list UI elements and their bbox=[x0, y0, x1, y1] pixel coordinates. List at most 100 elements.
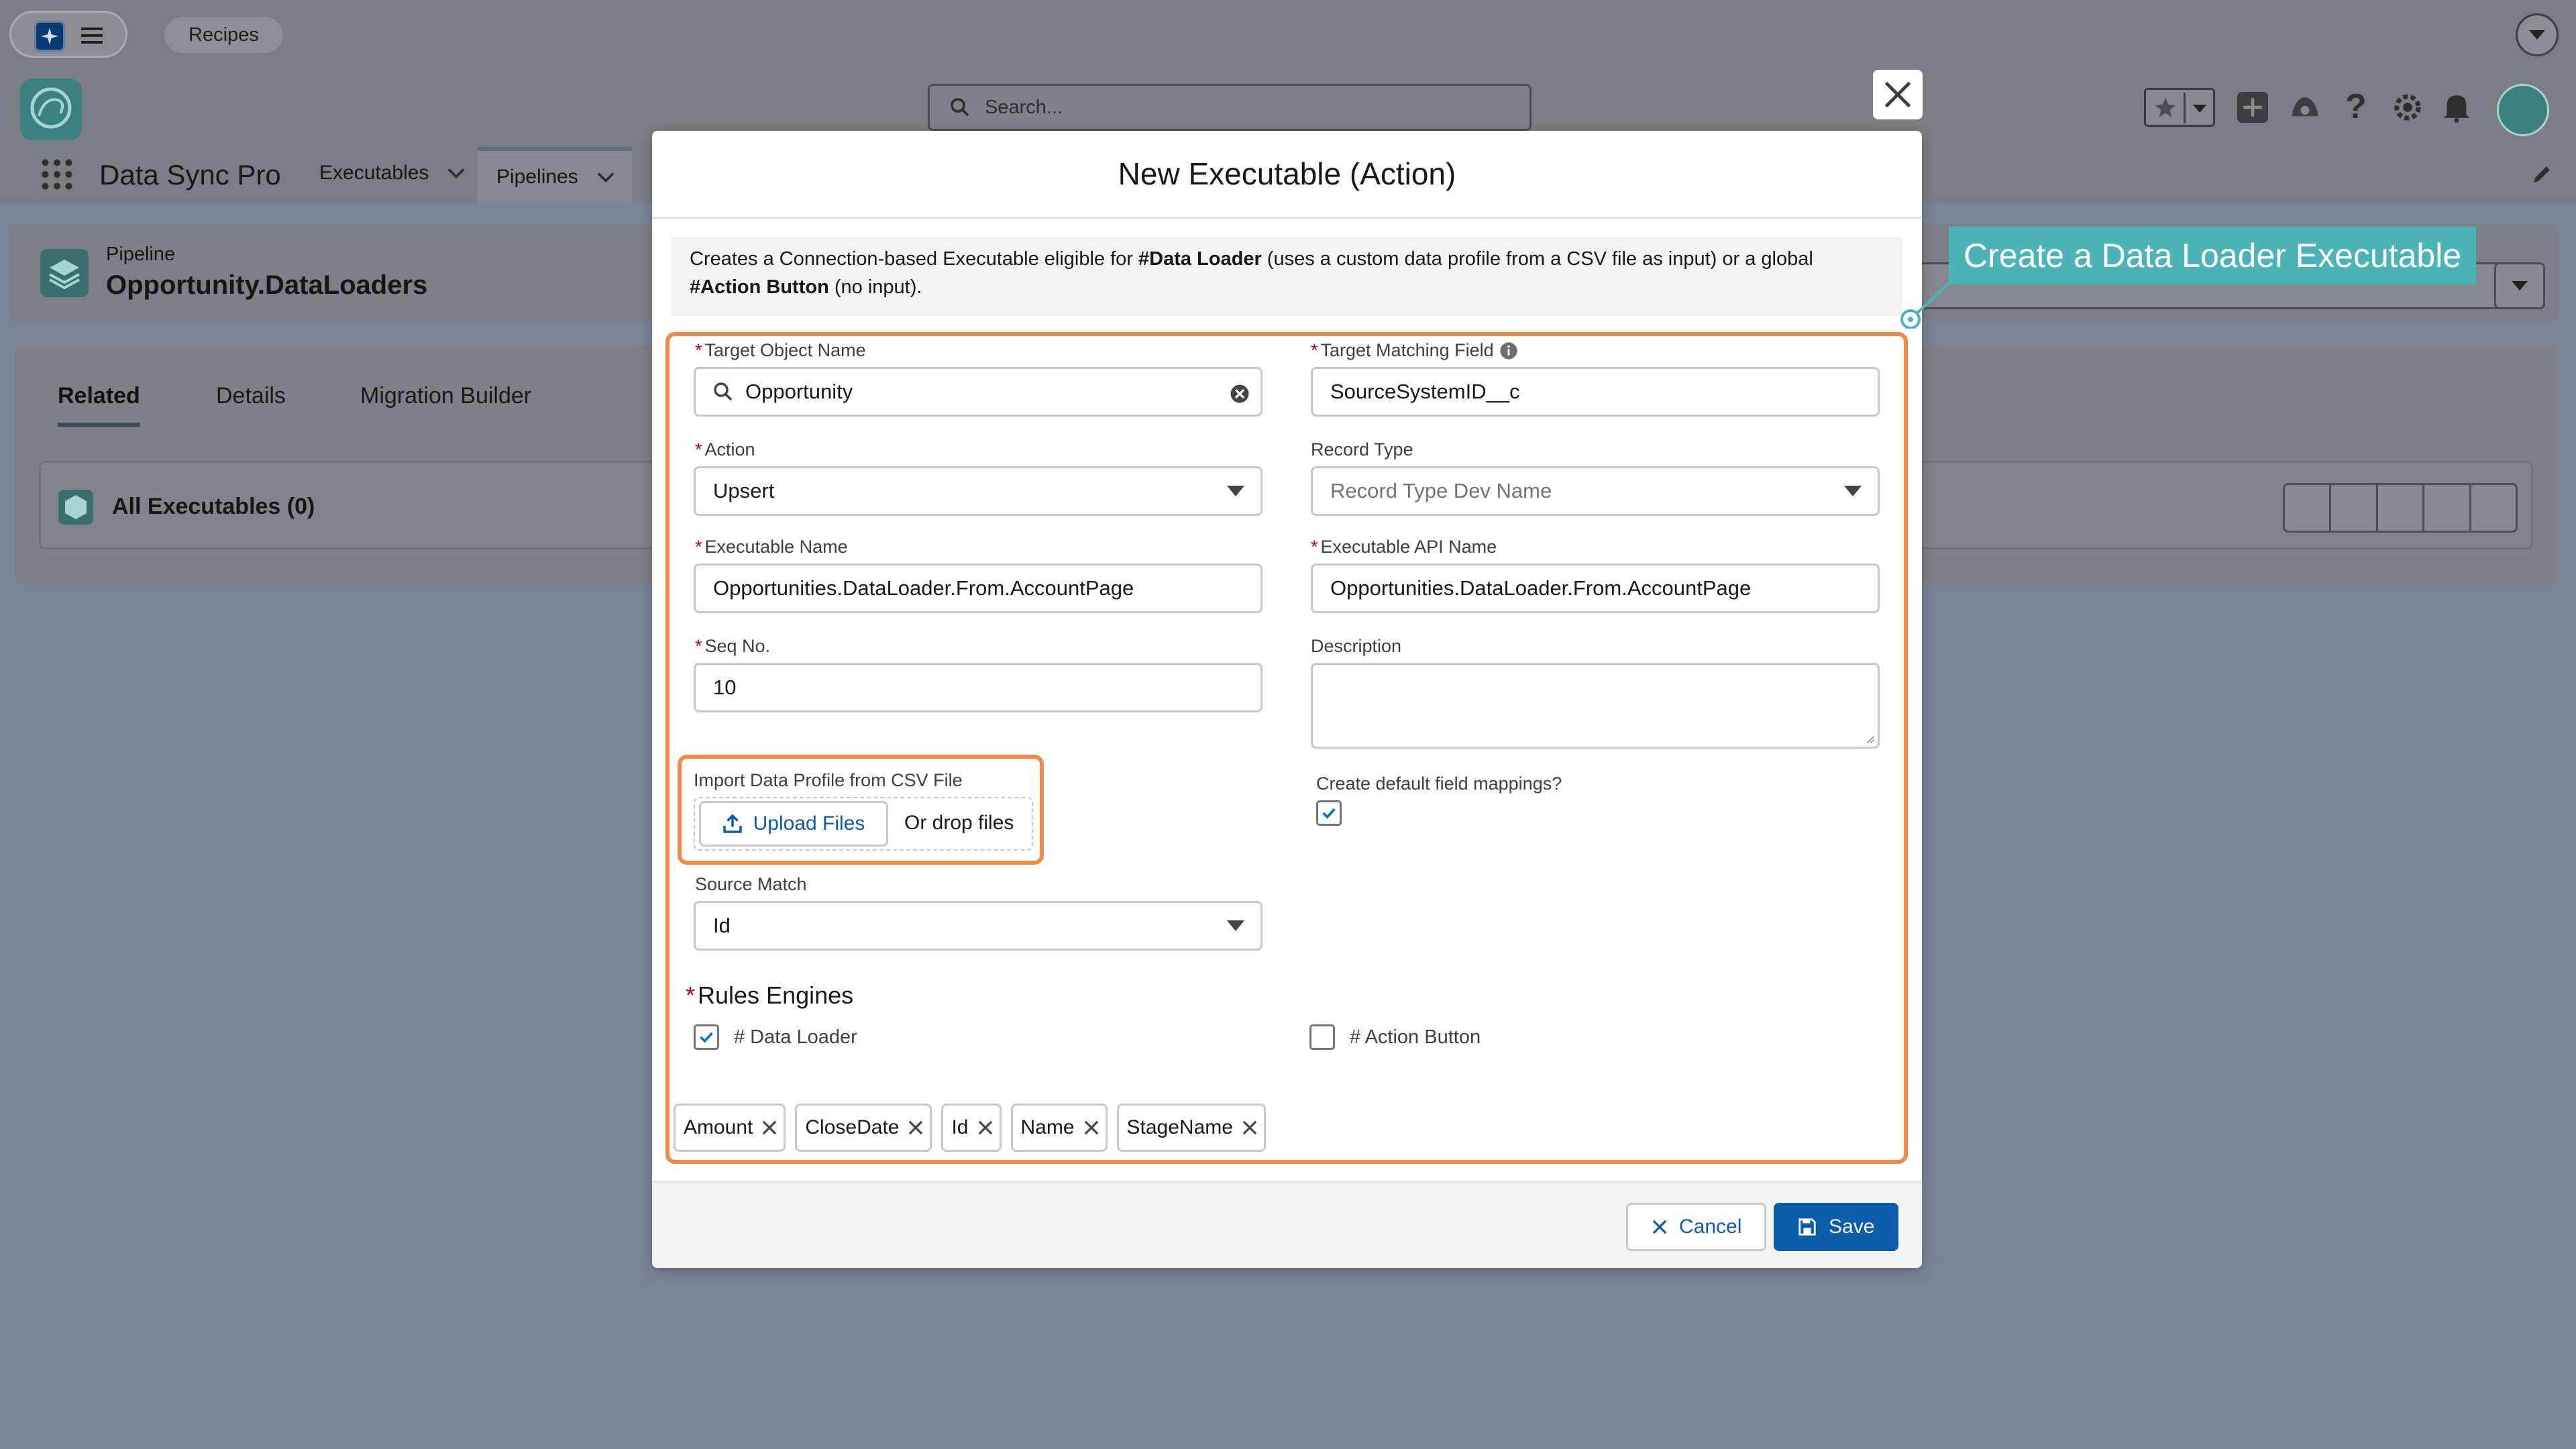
gear-icon[interactable] bbox=[2392, 92, 2423, 123]
data-loader-label: # Data Loader bbox=[734, 1026, 857, 1048]
close-modal-button[interactable] bbox=[1873, 70, 1923, 119]
related-list-actions[interactable] bbox=[2283, 483, 2518, 533]
chevron-down-icon bbox=[1227, 486, 1244, 496]
modal-title: New Executable (Action) bbox=[1118, 156, 1456, 191]
check-icon bbox=[1322, 808, 1336, 819]
action-select[interactable]: Upsert bbox=[694, 466, 1263, 516]
layers-icon bbox=[40, 249, 89, 297]
setup-assistant-icon[interactable] bbox=[2289, 92, 2321, 123]
seq-input[interactable]: 10 bbox=[694, 663, 1263, 712]
callout-label: Create a Data Loader Executable bbox=[1949, 227, 2477, 284]
exec-api-input[interactable]: Opportunities.DataLoader.From.AccountPag… bbox=[1311, 564, 1880, 613]
save-button[interactable]: Save bbox=[1774, 1203, 1899, 1251]
callout-text: Create a Data Loader Executable bbox=[1964, 237, 2462, 274]
cancel-button[interactable]: Cancel bbox=[1626, 1203, 1767, 1251]
exec-name-value: Opportunities.DataLoader.From.AccountPag… bbox=[713, 576, 1134, 600]
chevron-down-icon bbox=[597, 172, 614, 182]
rule-option-data-loader[interactable]: # Data Loader bbox=[694, 1024, 857, 1050]
close-icon[interactable] bbox=[977, 1119, 994, 1136]
app-launcher-pill[interactable] bbox=[9, 11, 127, 58]
target-matching-input[interactable]: SourceSystemID__c bbox=[1311, 367, 1880, 417]
import-label: Import Data Profile from CSV File bbox=[694, 770, 963, 790]
info-icon[interactable] bbox=[1499, 341, 1518, 360]
description-text: (uses a custom data profile from a CSV f… bbox=[1261, 248, 1813, 270]
close-icon[interactable] bbox=[1083, 1119, 1100, 1136]
description-label: Description bbox=[1311, 636, 1402, 656]
pill-closedate[interactable]: CloseDate bbox=[795, 1104, 932, 1152]
rules-engines-title: * Rules Engines bbox=[686, 981, 854, 1009]
app-grid-icon[interactable] bbox=[40, 158, 74, 191]
app-logo-icon bbox=[34, 21, 65, 52]
record-type-select[interactable]: Record Type Dev Name bbox=[1311, 466, 1880, 516]
nav-tab-pipelines[interactable]: Pipelines bbox=[478, 147, 632, 203]
modal-footer: Cancel Save bbox=[652, 1181, 1922, 1268]
edit-nav-icon[interactable] bbox=[2530, 163, 2553, 186]
edit-icon[interactable] bbox=[2331, 485, 2378, 531]
delete-icon[interactable] bbox=[2378, 485, 2425, 531]
record-name: Opportunity.DataLoaders bbox=[106, 270, 428, 300]
source-match-value: Id bbox=[713, 914, 731, 937]
default-mappings-checkbox[interactable] bbox=[1316, 800, 1342, 826]
seq-value: 10 bbox=[713, 676, 737, 699]
resize-handle-icon[interactable] bbox=[1864, 733, 1875, 744]
nav-tab-label: Executables bbox=[319, 162, 429, 184]
target-matching-label: * Target Matching Field bbox=[1311, 340, 1518, 361]
upload-files-label: Upload Files bbox=[753, 812, 865, 835]
search-icon bbox=[714, 382, 733, 401]
menu-icon[interactable] bbox=[81, 26, 103, 48]
pill-id[interactable]: Id bbox=[941, 1104, 1002, 1152]
upload-files-button[interactable]: Upload Files bbox=[699, 801, 888, 847]
description-bold: #Data Loader bbox=[1138, 248, 1262, 270]
pill-label: Amount bbox=[684, 1116, 753, 1138]
tab-migration-builder[interactable]: Migration Builder bbox=[360, 383, 531, 409]
star-icon bbox=[2155, 97, 2176, 117]
nav-tab-executables[interactable]: Executables bbox=[319, 162, 465, 184]
pill-label: CloseDate bbox=[805, 1116, 900, 1138]
exec-api-label: * Executable API Name bbox=[1311, 537, 1497, 557]
clear-icon[interactable] bbox=[1230, 384, 1250, 404]
file-drop-zone[interactable]: Upload Files Or drop files bbox=[694, 797, 1033, 851]
record-actions-menu[interactable] bbox=[2494, 262, 2545, 309]
drop-files-label: Or drop files bbox=[904, 812, 1014, 834]
search-icon bbox=[951, 98, 969, 117]
rule-option-action-button[interactable]: # Action Button bbox=[1309, 1024, 1481, 1050]
tab-label: Details bbox=[216, 383, 286, 409]
avatar[interactable] bbox=[2497, 84, 2549, 136]
favorites-button[interactable] bbox=[2144, 88, 2215, 127]
bell-icon[interactable] bbox=[2442, 91, 2471, 123]
modal-description: Creates a Connection-based Executable el… bbox=[671, 237, 1902, 316]
data-loader-checkbox[interactable] bbox=[694, 1024, 719, 1050]
pill-name[interactable]: Name bbox=[1010, 1104, 1108, 1152]
target-object-label: * Target Object Name bbox=[695, 340, 866, 360]
target-matching-value: SourceSystemID__c bbox=[1330, 380, 1520, 403]
refresh-icon[interactable] bbox=[2471, 485, 2516, 531]
description-textarea[interactable] bbox=[1311, 663, 1880, 749]
exec-name-input[interactable]: Opportunities.DataLoader.From.AccountPag… bbox=[694, 564, 1263, 613]
cancel-label: Cancel bbox=[1679, 1216, 1742, 1238]
close-icon[interactable] bbox=[907, 1119, 924, 1136]
close-icon bbox=[1884, 81, 1911, 108]
close-icon[interactable] bbox=[761, 1119, 778, 1136]
tab-details[interactable]: Details bbox=[216, 383, 286, 409]
add-icon[interactable] bbox=[2237, 92, 2268, 123]
field-pills: Amount CloseDate Id Name StageName bbox=[674, 1104, 1266, 1152]
modal-header: New Executable (Action) bbox=[652, 131, 1922, 219]
action-label: * Action bbox=[695, 439, 755, 460]
chevron-down-icon bbox=[447, 168, 465, 178]
pill-stagename[interactable]: StageName bbox=[1116, 1104, 1266, 1152]
recipes-tab[interactable]: Recipes bbox=[164, 17, 283, 53]
download-icon[interactable] bbox=[2424, 485, 2471, 531]
close-icon bbox=[1652, 1220, 1667, 1234]
chevron-down-icon bbox=[1227, 920, 1244, 931]
chevron-down-icon[interactable] bbox=[2516, 13, 2559, 56]
view-icon[interactable] bbox=[2285, 485, 2332, 531]
help-icon[interactable]: ? bbox=[2345, 87, 2367, 127]
global-search[interactable]: Search... bbox=[928, 84, 1532, 131]
related-list-title: All Executables (0) bbox=[112, 494, 315, 519]
close-icon[interactable] bbox=[1241, 1119, 1258, 1136]
tab-related[interactable]: Related bbox=[58, 383, 140, 427]
source-match-select[interactable]: Id bbox=[694, 901, 1263, 951]
action-button-checkbox[interactable] bbox=[1309, 1024, 1335, 1050]
target-object-input[interactable]: Opportunity bbox=[694, 367, 1263, 417]
pill-amount[interactable]: Amount bbox=[674, 1104, 786, 1152]
